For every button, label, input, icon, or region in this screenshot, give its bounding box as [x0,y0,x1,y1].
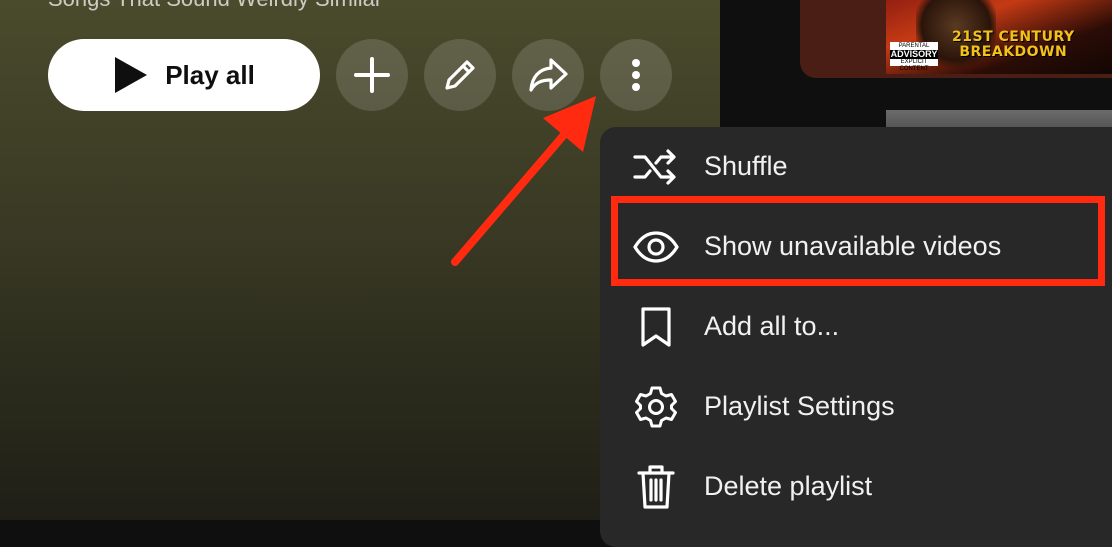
video-thumbnail[interactable]: PARENTAL ADVISORY EXPLICIT CONTENT 21ST … [886,0,1112,74]
add-icon [353,56,391,94]
eye-icon [632,227,680,267]
share-icon [527,55,569,95]
bookmark-icon [632,307,680,347]
menu-item-shuffle[interactable]: Shuffle [600,127,1112,207]
shuffle-icon [632,147,680,187]
menu-item-label: Playlist Settings [704,391,895,421]
more-actions-button[interactable] [600,39,672,111]
menu-item-delete-playlist[interactable]: Delete playlist [600,447,1112,527]
add-to-playlist-button[interactable] [336,39,408,111]
playlist-actions-menu: Shuffle Show unavailable videos Add all … [600,127,1112,547]
edit-pencil-icon [440,55,480,95]
trash-icon [632,465,680,509]
playlist-title: Songs That Sound Weirdly Similar [48,0,382,12]
menu-item-add-all-to[interactable]: Add all to... [600,287,1112,367]
menu-item-label: Shuffle [704,151,788,181]
menu-item-playlist-settings[interactable]: Playlist Settings [600,367,1112,447]
play-all-label: Play all [165,59,255,90]
menu-item-label: Delete playlist [704,471,873,501]
album-art-title: 21ST CENTURY BREAKDOWN [952,29,1075,60]
menu-item-label: Show unavailable videos [704,231,1002,261]
more-vertical-icon [631,58,641,92]
menu-item-show-unavailable-videos[interactable]: Show unavailable videos [600,207,1112,287]
play-all-button[interactable]: Play all [48,39,320,111]
menu-item-label: Add all to... [704,311,840,341]
parental-advisory-label: PARENTAL ADVISORY EXPLICIT CONTENT [890,42,938,72]
gear-icon [632,386,680,428]
play-icon [113,57,148,93]
edit-playlist-button[interactable] [424,39,496,111]
share-playlist-button[interactable] [512,39,584,111]
